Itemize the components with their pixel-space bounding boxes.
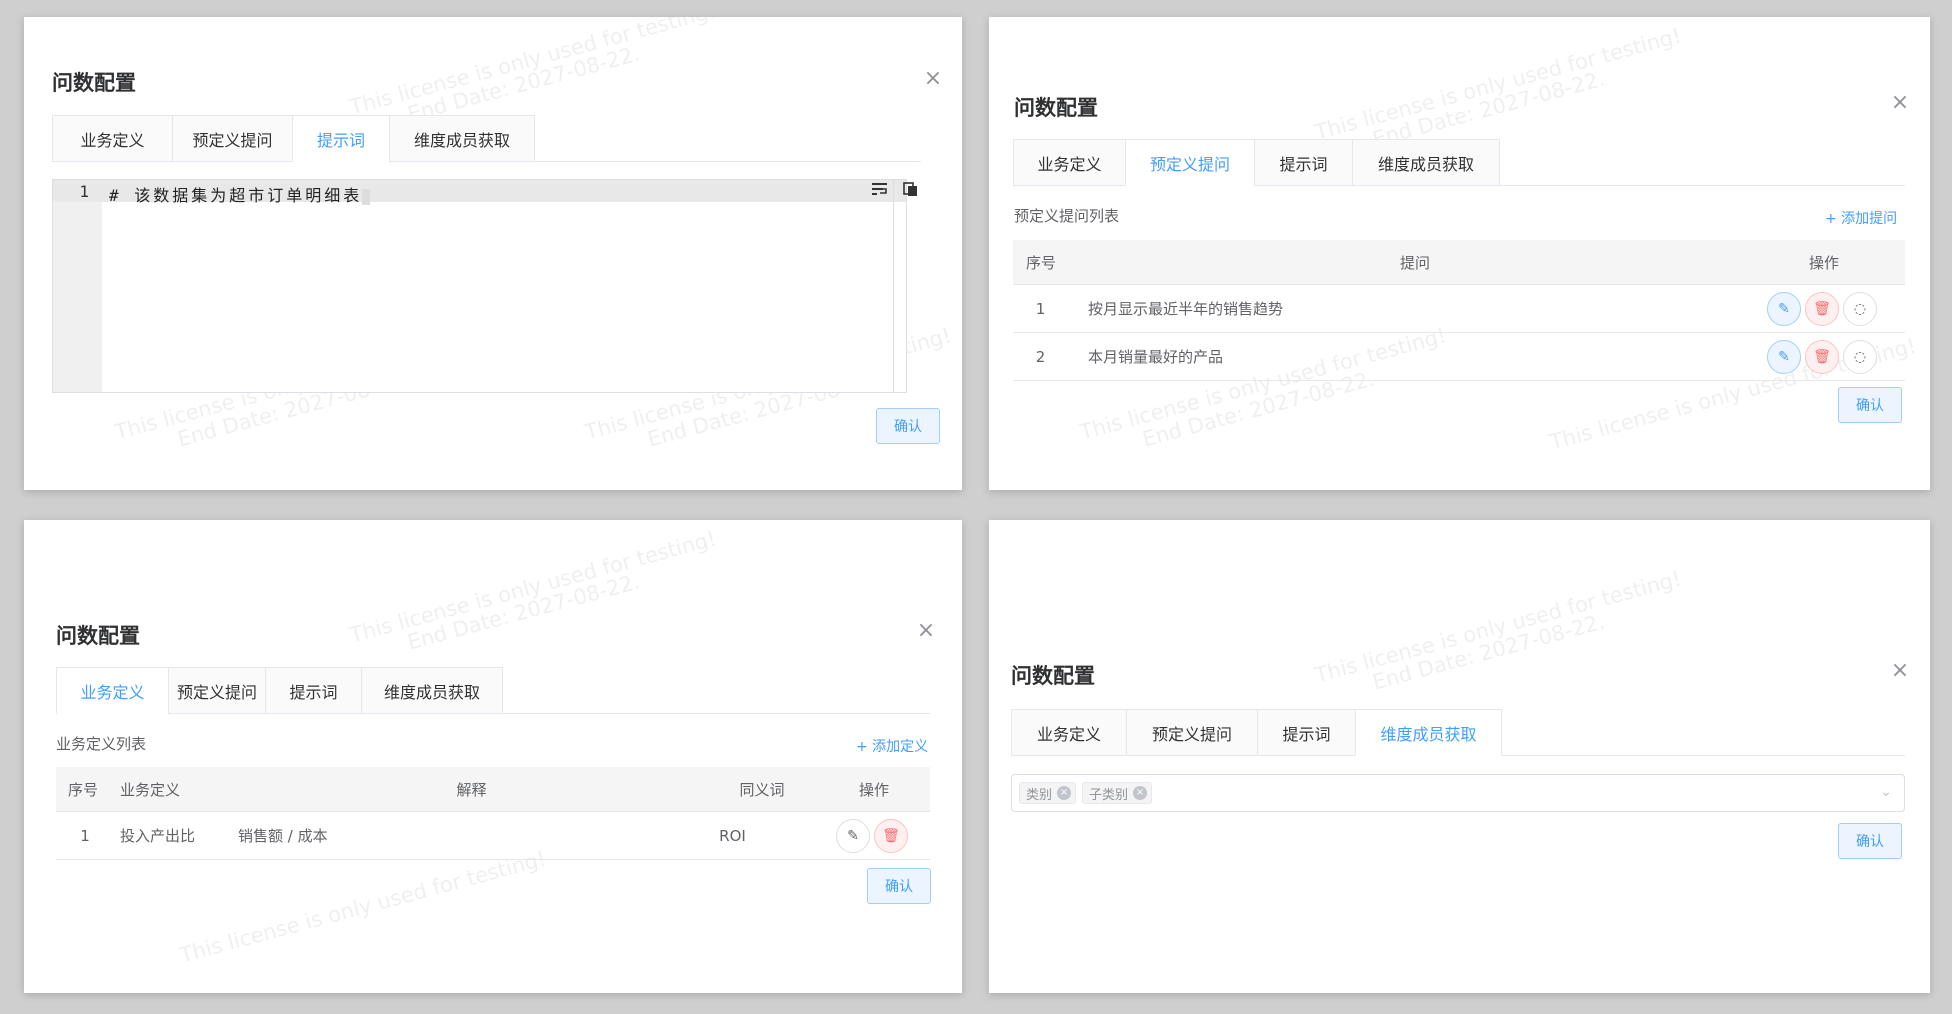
- tab-dimension-members[interactable]: 维度成员获取: [1352, 139, 1500, 186]
- close-icon[interactable]: ×: [1889, 660, 1911, 682]
- row-actions: ✎ 🗑 ◌: [1743, 284, 1905, 333]
- column-header: 序号: [1013, 240, 1087, 285]
- dimension-select[interactable]: 类别 × 子类别 × ⌄: [1011, 774, 1905, 812]
- question-text: 本月销量最好的产品: [1087, 332, 1743, 381]
- tab-predefined-questions[interactable]: 预定义提问: [168, 667, 265, 714]
- dialog-title: 问数配置: [52, 71, 136, 95]
- tab-bar: 业务定义 预定义提问 提示词 维度成员获取: [1013, 139, 1905, 186]
- explanation-text: 销售额 / 成本: [237, 811, 706, 860]
- watermark: This license is only used for testing!: [1312, 23, 1684, 145]
- tab-predefined-questions[interactable]: 预定义提问: [1125, 139, 1254, 186]
- chevron-down-icon[interactable]: ⌄: [1880, 784, 1892, 800]
- column-header: 序号: [56, 767, 119, 812]
- table-header-row: 序号 业务定义 解释 同义词 操作: [56, 767, 930, 812]
- watermark: This license is only used for testing!: [1312, 566, 1684, 688]
- watermark: End Date: 2027-08-22.: [404, 569, 643, 655]
- text-cursor: [362, 188, 371, 205]
- row-index: 1: [56, 811, 119, 860]
- confirm-button[interactable]: 确认: [1838, 387, 1902, 423]
- dialog-predefined-questions: This license is only used for testing! E…: [989, 17, 1930, 490]
- row-index: 2: [1013, 332, 1087, 381]
- copy-icon[interactable]: [902, 181, 920, 199]
- confirm-button[interactable]: 确认: [867, 868, 931, 904]
- edit-icon[interactable]: ✎: [1767, 291, 1801, 326]
- delete-icon[interactable]: 🗑: [1805, 339, 1839, 374]
- tab-prompt[interactable]: 提示词: [265, 667, 361, 714]
- confirm-button[interactable]: 确认: [1838, 823, 1902, 859]
- row-actions: ✎ 🗑: [818, 811, 930, 860]
- close-icon[interactable]: ×: [922, 68, 944, 90]
- watermark: End Date: 2027-08-22.: [404, 41, 643, 127]
- tab-bar: 业务定义 预定义提问 提示词 维度成员获取: [56, 667, 930, 714]
- dialog-title: 问数配置: [1014, 96, 1098, 120]
- term-text: 投入产出比: [119, 811, 237, 860]
- tag-label: 类别: [1026, 787, 1053, 803]
- add-question-button[interactable]: + 添加提问: [1825, 208, 1897, 228]
- comment-icon[interactable]: ◌: [1843, 339, 1877, 374]
- delete-icon[interactable]: 🗑: [1805, 291, 1839, 326]
- tag: 类别 ×: [1019, 782, 1077, 804]
- tab-predefined-questions[interactable]: 预定义提问: [172, 115, 292, 162]
- tab-business-definition[interactable]: 业务定义: [1011, 709, 1126, 756]
- watermark: This license is only used for testing!: [347, 17, 719, 120]
- tab-dimension-members[interactable]: 维度成员获取: [1355, 709, 1502, 756]
- table-header-row: 序号 提问 操作: [1013, 240, 1905, 285]
- question-text: 按月显示最近半年的销售趋势: [1087, 284, 1743, 333]
- column-header: 解释: [237, 767, 706, 812]
- column-header: 操作: [818, 767, 930, 812]
- column-header: 操作: [1743, 240, 1905, 285]
- add-definition-button[interactable]: + 添加定义: [856, 736, 928, 756]
- code-line[interactable]: # 该数据集为超市订单明细表: [109, 182, 371, 206]
- close-icon[interactable]: ×: [1133, 786, 1148, 800]
- tab-prompt[interactable]: 提示词: [292, 115, 389, 162]
- tag: 子类别 ×: [1082, 782, 1153, 804]
- watermark: End Date: 2027-08-22.: [1369, 609, 1608, 695]
- code-text: # 该数据集为超市订单明细表: [109, 186, 363, 205]
- tab-dimension-members[interactable]: 维度成员获取: [389, 115, 535, 162]
- line-gutter: [53, 180, 102, 392]
- code-editor[interactable]: 1 # 该数据集为超市订单明细表: [52, 179, 917, 393]
- watermark: This license is only used for testing!: [177, 846, 549, 968]
- questions-table: 序号 提问 操作 1 按月显示最近半年的销售趋势 ✎ 🗑 ◌ 2 本月销量最好的产品…: [1013, 240, 1905, 381]
- tag-label: 子类别: [1089, 787, 1129, 803]
- column-header: 业务定义: [119, 767, 237, 812]
- close-icon[interactable]: ×: [1057, 786, 1072, 800]
- row-actions: ✎ 🗑 ◌: [1743, 332, 1905, 381]
- row-index: 1: [1013, 284, 1087, 333]
- dialog-business-definition: This license is only used for testing! E…: [24, 520, 962, 993]
- editor-divider: [893, 180, 894, 392]
- dialog-title: 问数配置: [1011, 664, 1095, 688]
- section-label: 业务定义列表: [56, 735, 147, 753]
- synonym-text: ROI: [706, 811, 818, 860]
- tab-predefined-questions[interactable]: 预定义提问: [1126, 709, 1257, 756]
- close-icon[interactable]: ×: [915, 620, 937, 642]
- edit-icon[interactable]: ✎: [1767, 339, 1801, 374]
- tab-dimension-members[interactable]: 维度成员获取: [361, 667, 503, 714]
- table-row: 1 投入产出比 销售额 / 成本 ROI ✎ 🗑: [56, 811, 930, 860]
- definitions-table: 序号 业务定义 解释 同义词 操作 1 投入产出比 销售额 / 成本 ROI ✎…: [56, 767, 930, 860]
- column-header: 提问: [1087, 240, 1743, 285]
- section-label: 预定义提问列表: [1014, 207, 1120, 225]
- column-header: 同义词: [706, 767, 818, 812]
- dialog-prompt: This license is only used for testing! E…: [24, 17, 962, 490]
- wrap-icon[interactable]: [871, 181, 889, 199]
- dialog-dimension-members: This license is only used for testing! E…: [989, 520, 1930, 993]
- delete-icon[interactable]: 🗑: [874, 818, 908, 853]
- table-row: 1 按月显示最近半年的销售趋势 ✎ 🗑 ◌: [1013, 284, 1905, 333]
- line-number: 1: [79, 182, 89, 201]
- tab-business-definition[interactable]: 业务定义: [1013, 139, 1125, 186]
- comment-icon[interactable]: ◌: [1843, 291, 1877, 326]
- table-row: 2 本月销量最好的产品 ✎ 🗑 ◌: [1013, 332, 1905, 381]
- watermark: This license is only used for testing!: [347, 526, 719, 648]
- tab-prompt[interactable]: 提示词: [1257, 709, 1355, 756]
- dialog-title: 问数配置: [56, 624, 140, 648]
- close-icon[interactable]: ×: [1889, 92, 1911, 114]
- confirm-button[interactable]: 确认: [876, 408, 940, 444]
- edit-icon[interactable]: ✎: [836, 818, 870, 853]
- tab-business-definition[interactable]: 业务定义: [56, 667, 168, 714]
- tab-prompt[interactable]: 提示词: [1254, 139, 1352, 186]
- tab-bar: 业务定义 预定义提问 提示词 维度成员获取: [1011, 709, 1905, 756]
- tab-business-definition[interactable]: 业务定义: [52, 115, 172, 162]
- tab-bar: 业务定义 预定义提问 提示词 维度成员获取: [52, 115, 921, 162]
